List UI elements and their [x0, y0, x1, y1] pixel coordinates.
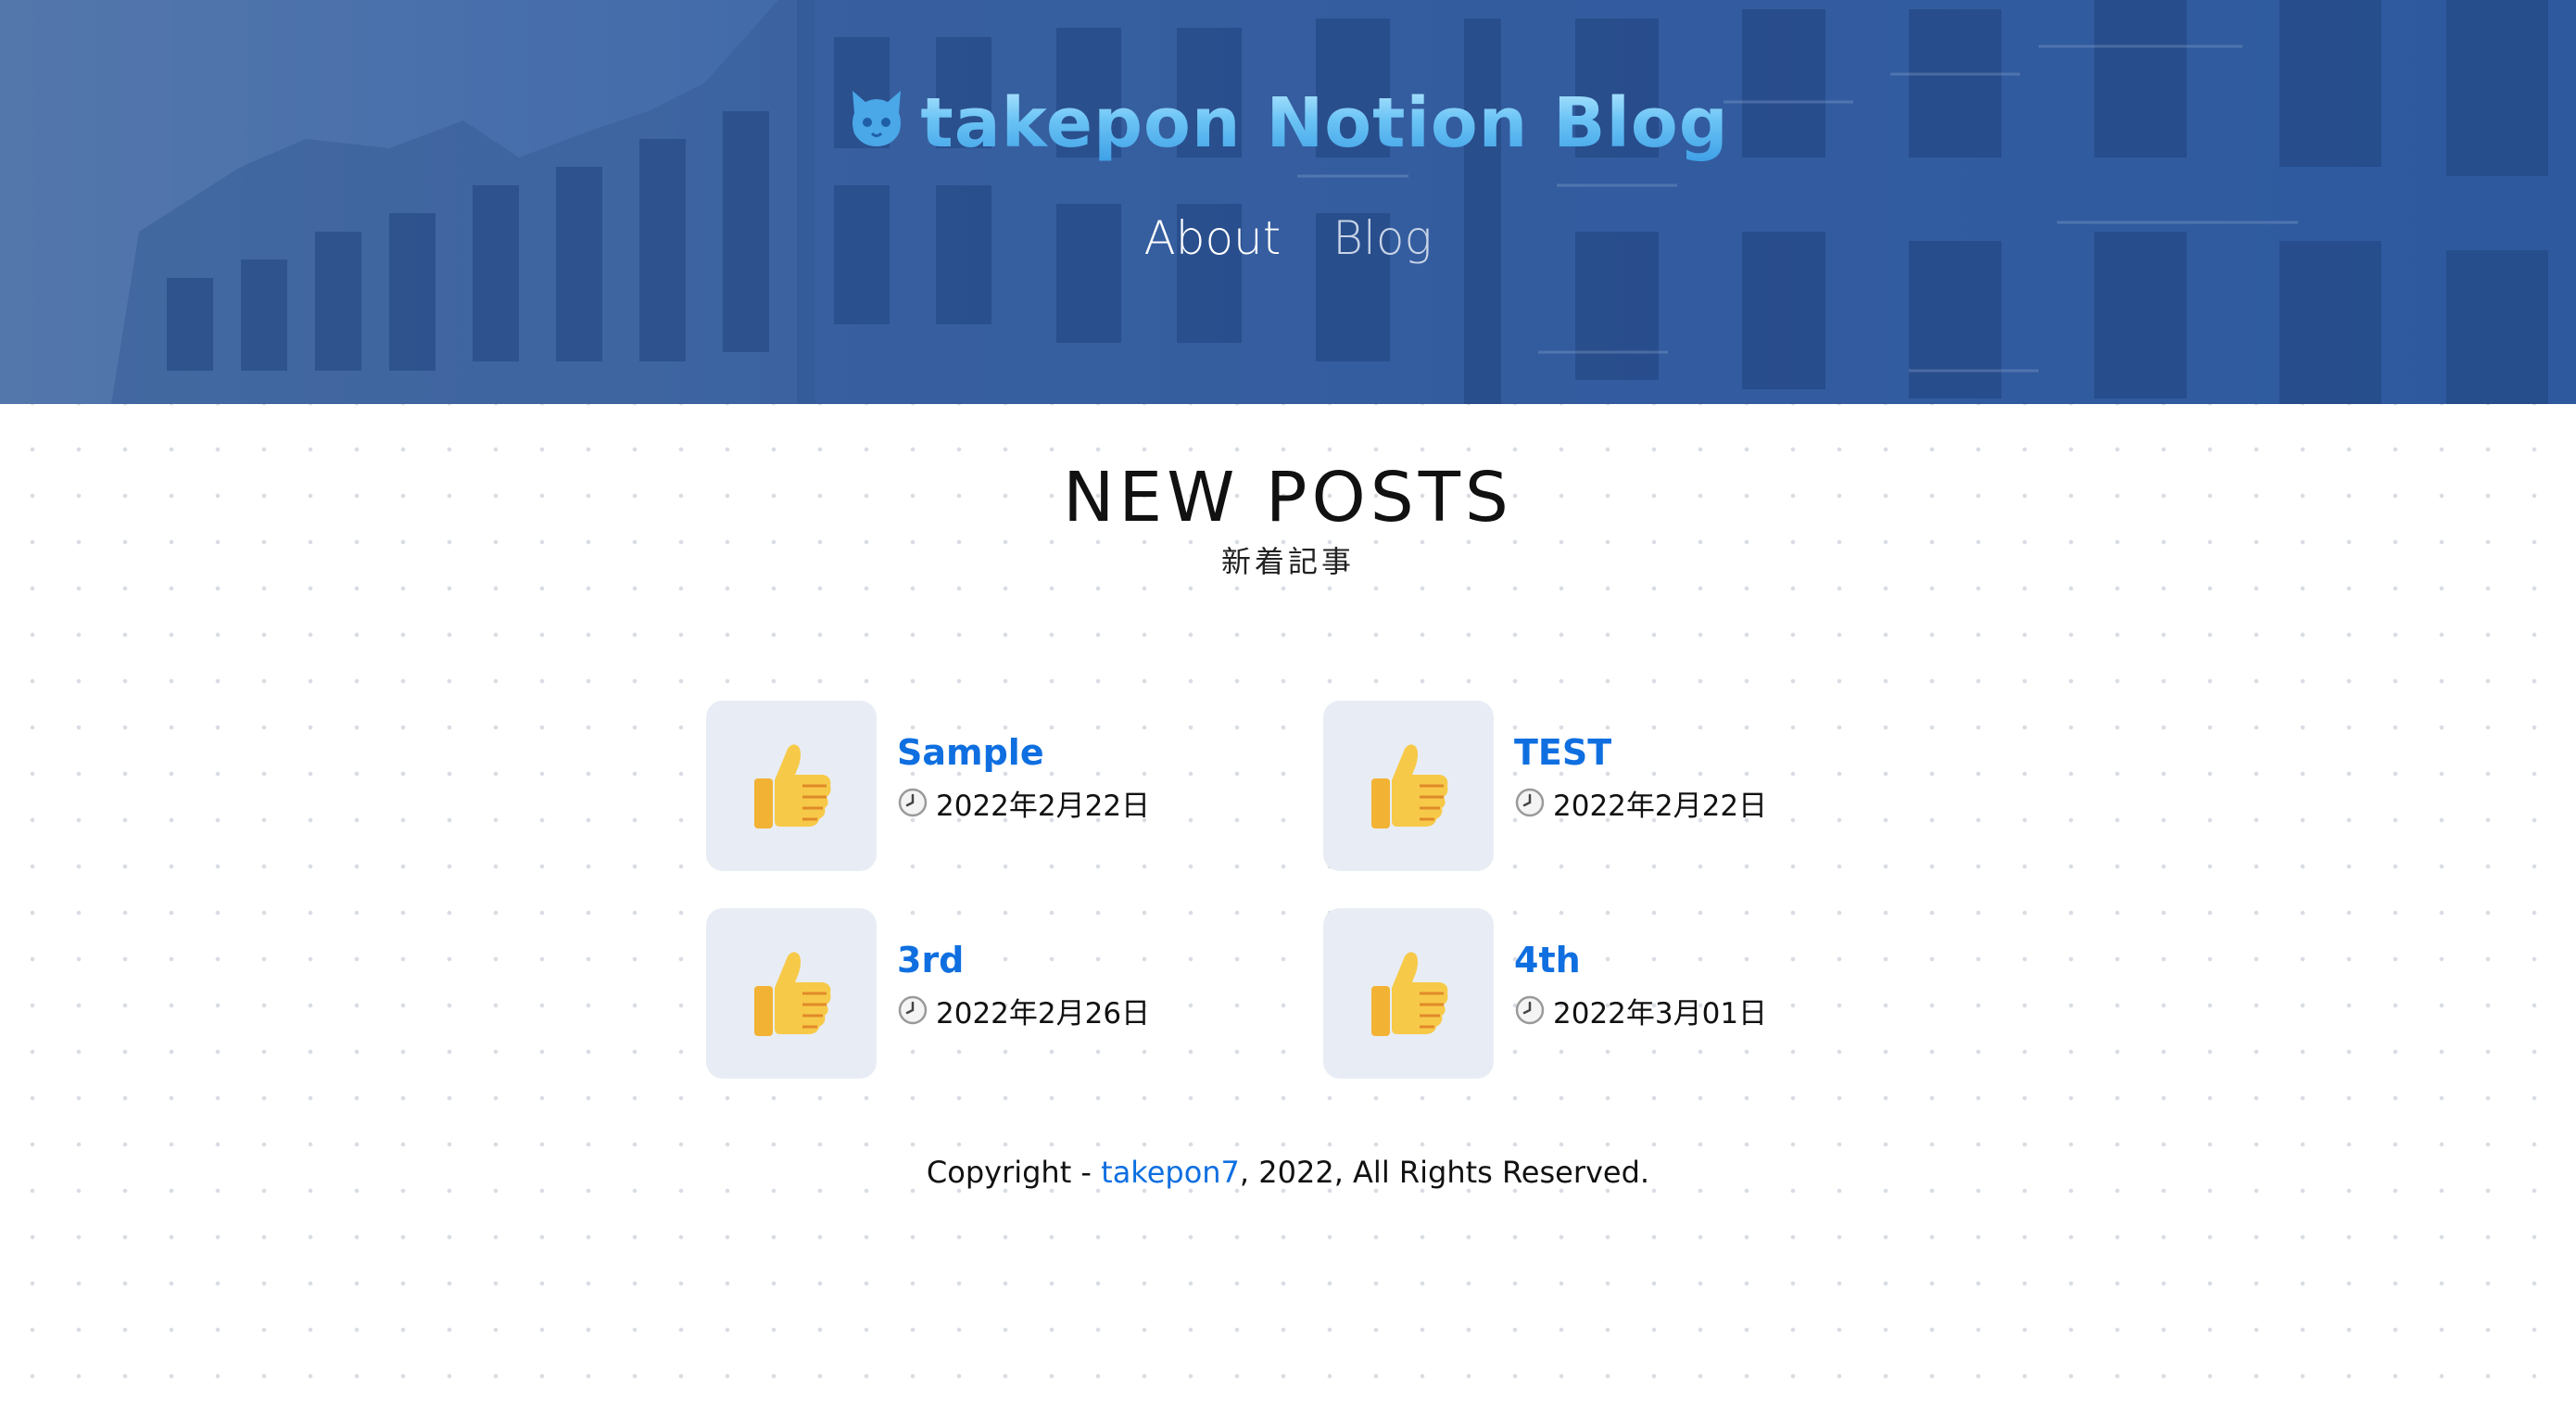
nav-link-about[interactable]: About: [1144, 211, 1282, 265]
nav-link-blog[interactable]: Blog: [1332, 211, 1432, 265]
post-card[interactable]: 3rd 2022年2月26日: [706, 908, 1323, 1079]
thumbs-up-icon: [754, 744, 831, 828]
clock-icon: [1515, 789, 1545, 817]
site-title[interactable]: takepon Notion Blog: [0, 83, 2576, 163]
cat-logo-icon: [852, 91, 902, 146]
post-title-link[interactable]: Sample: [897, 733, 1150, 773]
post-title-link[interactable]: TEST: [1514, 733, 1767, 773]
thumbs-up-icon: [1371, 744, 1448, 828]
copyright-prefix: Copyright -: [926, 1155, 1102, 1190]
post-info: 4th 2022年3月01日: [1514, 908, 1767, 1031]
building-background-image: [0, 0, 2576, 404]
copyright-suffix: , 2022, All Rights Reserved.: [1239, 1155, 1650, 1190]
post-date: 2022年2月26日: [897, 990, 1150, 1031]
post-thumbnail[interactable]: [1323, 701, 1494, 871]
post-date: 2022年3月01日: [1514, 990, 1767, 1031]
thumbs-up-icon: [1371, 952, 1448, 1036]
post-info: TEST 2022年2月22日: [1514, 701, 1767, 824]
post-info: Sample 2022年2月22日: [897, 701, 1150, 824]
thumbs-up-icon: [754, 952, 831, 1036]
clock-icon: [898, 996, 928, 1025]
section-title: NEW POSTS: [1063, 458, 1513, 537]
post-thumbnail[interactable]: [1323, 908, 1494, 1079]
clock-icon: [898, 789, 928, 817]
clock-icon: [1515, 996, 1545, 1025]
post-card[interactable]: Sample 2022年2月22日: [706, 701, 1323, 871]
posts-grid: Sample 2022年2月22日 TEST 2022年2月22日 3rd 20…: [706, 701, 1911, 1079]
section-subtitle: 新着記事: [1220, 544, 1355, 579]
post-card[interactable]: TEST 2022年2月22日: [1323, 701, 1911, 871]
hero-header: takepon Notion Blog About Blog: [0, 0, 2576, 404]
main-nav: About Blog: [0, 211, 2576, 265]
post-thumbnail[interactable]: [706, 908, 877, 1079]
post-card[interactable]: 4th 2022年3月01日: [1323, 908, 1911, 1079]
post-date-text: 2022年2月22日: [1553, 789, 1768, 823]
site-title-text: takepon Notion Blog: [920, 83, 1729, 163]
footer-copyright: Copyright - takepon7, 2022, All Rights R…: [0, 1155, 2576, 1190]
post-date: 2022年2月22日: [897, 782, 1150, 824]
post-date-text: 2022年2月22日: [936, 789, 1151, 823]
post-date: 2022年2月22日: [1514, 782, 1767, 824]
post-thumbnail[interactable]: [706, 701, 877, 871]
post-title-link[interactable]: 4th: [1514, 941, 1767, 980]
author-link[interactable]: takepon7: [1101, 1155, 1240, 1190]
post-date-text: 2022年3月01日: [1553, 996, 1768, 1030]
post-info: 3rd 2022年2月26日: [897, 908, 1150, 1031]
post-date-text: 2022年2月26日: [936, 996, 1151, 1030]
post-title-link[interactable]: 3rd: [897, 941, 1150, 980]
